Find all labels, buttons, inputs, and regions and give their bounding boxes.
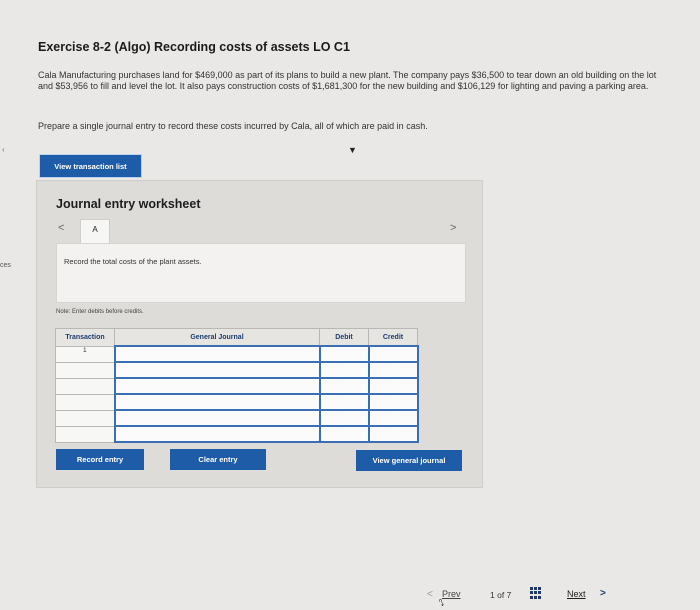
credit-input[interactable] [367, 393, 419, 411]
exercise-title: Exercise 8-2 (Algo) Recording costs of a… [38, 40, 350, 54]
transaction-cell [55, 393, 115, 411]
credit-input[interactable] [367, 345, 419, 363]
account-input[interactable] [113, 393, 321, 411]
note-text: Note: Enter debits before credits. [56, 309, 144, 315]
prepare-instruction: Prepare a single journal entry to record… [38, 121, 428, 131]
clear-entry-button[interactable]: Clear entry [170, 449, 266, 470]
debit-input[interactable] [318, 361, 370, 379]
worksheet-title: Journal entry worksheet [56, 197, 201, 211]
transaction-cell [55, 425, 115, 443]
account-input[interactable] [113, 409, 321, 427]
credit-input[interactable] [367, 361, 419, 379]
tab-a[interactable]: A [80, 219, 110, 243]
instruction-box [56, 243, 466, 303]
sidebar-fragment: ces [0, 262, 11, 269]
table-row [55, 361, 419, 379]
transaction-cell [55, 361, 115, 379]
column-header-general-journal: General Journal [114, 328, 320, 347]
prev-chevron-icon[interactable]: < [427, 589, 433, 600]
view-general-journal-button[interactable]: View general journal [356, 450, 462, 471]
account-input[interactable] [113, 377, 321, 395]
debit-input[interactable] [318, 409, 370, 427]
credit-input[interactable] [367, 409, 419, 427]
table-row [55, 409, 419, 427]
problem-text: Cala Manufacturing purchases land for $4… [38, 70, 657, 91]
debit-input[interactable] [318, 345, 370, 363]
transaction-cell [55, 377, 115, 395]
journal-table: Transaction General Journal Debit Credit… [55, 328, 419, 443]
credit-input[interactable] [367, 377, 419, 395]
chevron-right-icon[interactable]: > [450, 222, 456, 234]
next-chevron-icon[interactable]: > [600, 588, 606, 599]
account-input[interactable] [113, 361, 321, 379]
page-current: 1 [490, 590, 495, 600]
column-header-credit: Credit [368, 328, 418, 347]
account-input[interactable] [113, 425, 321, 443]
mouse-cursor-icon: ⭛ [439, 598, 444, 608]
next-link[interactable]: Next [567, 589, 586, 599]
page-of: of [497, 590, 505, 600]
grid-icon[interactable] [530, 587, 542, 599]
table-row: 1 [55, 345, 419, 363]
column-header-debit: Debit [319, 328, 369, 347]
collapse-arrow-icon[interactable]: ‹ [2, 145, 5, 154]
cursor-mark-icon: ▼ [348, 145, 357, 155]
table-row [55, 425, 419, 443]
transaction-cell [55, 409, 115, 427]
table-row [55, 393, 419, 411]
account-input[interactable] [113, 345, 321, 363]
view-transaction-list-button[interactable]: View transaction list [40, 155, 141, 177]
column-header-transaction: Transaction [55, 328, 115, 347]
table-row [55, 377, 419, 395]
record-entry-button[interactable]: Record entry [56, 449, 144, 470]
prev-link[interactable]: Prev [442, 589, 461, 599]
debit-input[interactable] [318, 377, 370, 395]
transaction-cell: 1 [55, 345, 115, 363]
debit-input[interactable] [318, 425, 370, 443]
instruction-text: Record the total costs of the plant asse… [64, 257, 202, 266]
credit-input[interactable] [367, 425, 419, 443]
chevron-left-icon[interactable]: < [58, 222, 64, 234]
page-total: 7 [506, 590, 512, 600]
debit-input[interactable] [318, 393, 370, 411]
page-indicator: 1 of 7 [490, 590, 511, 600]
